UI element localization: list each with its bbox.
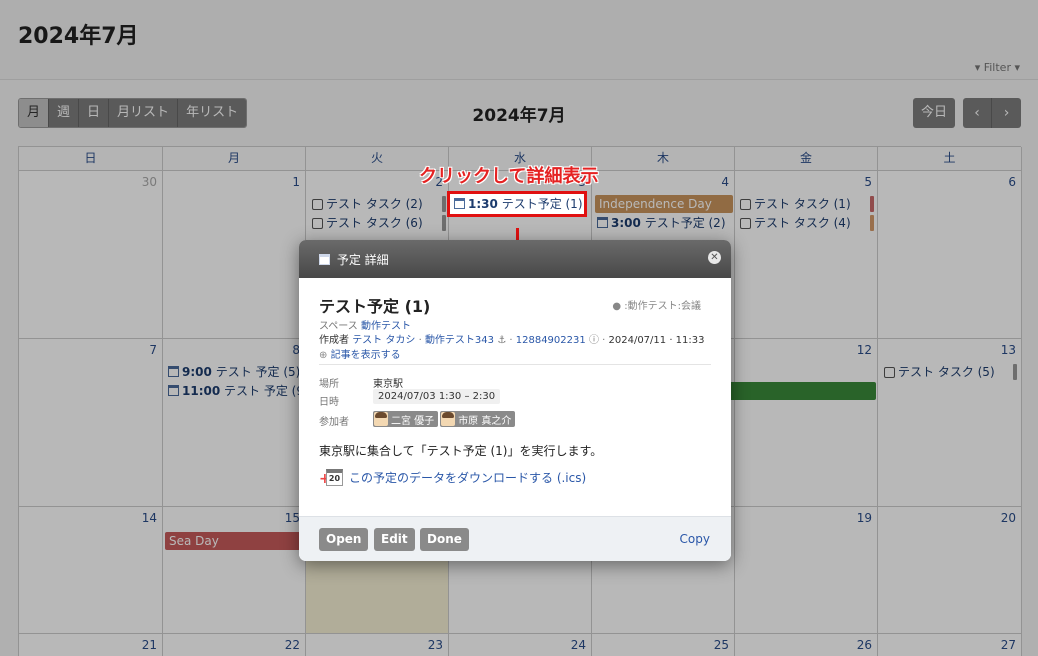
modal-footer: Open Edit Done Copy [299, 516, 731, 561]
location-label: 場所 [319, 379, 339, 390]
author-label: 作成者 [319, 335, 349, 346]
author-id-link[interactable]: 12884902231 [516, 335, 586, 346]
attendee-name: 市原 真之介 [458, 415, 512, 427]
show-post-link[interactable]: ⊕ 記事を表示する [319, 346, 401, 361]
event-tag[interactable]: ● :動作テスト:会議 [612, 297, 701, 312]
show-post-label: 記事を表示する [330, 350, 401, 361]
author-org-link[interactable]: 動作テスト343 [425, 335, 494, 346]
datetime-value: 2024/07/03 1:30 – 2:30 [373, 389, 501, 404]
attendee-chip[interactable]: 二宮 優子 [373, 411, 439, 427]
event-title: テスト予定 (1) [501, 197, 583, 211]
attendees-label: 参加者 [319, 417, 349, 428]
calendar-icon [454, 198, 465, 209]
add-calendar-icon: +20 [319, 469, 344, 486]
location-value: 東京駅 [373, 379, 403, 390]
author-link[interactable]: テスト タカシ [352, 335, 415, 346]
modal-header: 予定 詳細 ✕ [299, 240, 731, 278]
attendee-name: 二宮 優子 [391, 415, 435, 427]
datetime-text: 2024/07/03 1:30 – 2:30 [373, 389, 501, 404]
edit-button[interactable]: Edit [374, 528, 415, 551]
anchor-icon: ⚓ [497, 335, 507, 346]
datetime-label: 日時 [319, 397, 339, 408]
tag-text: :動作テスト:会議 [624, 301, 701, 312]
event-detail-modal: 予定 詳細 ✕ テスト予定 (1) ● :動作テスト:会議 スペース 動作テスト… [299, 240, 731, 561]
event-description: 東京駅に集合して「テスト予定 (1)」を実行します。 [319, 444, 603, 458]
copy-link[interactable]: Copy [680, 532, 710, 546]
callout-label: クリックして詳細表示 [419, 166, 599, 187]
avatar [441, 412, 456, 426]
event-time: 1:30 [468, 197, 498, 211]
separator: · [602, 335, 606, 346]
modal-header-title: 予定 詳細 [336, 253, 389, 267]
calendar-day-icon: 20 [326, 469, 343, 486]
plus-circle-icon: ⊕ [319, 350, 328, 361]
event-space: スペース 動作テスト [319, 317, 411, 332]
event-author: 作成者 テスト タカシ · 動作テスト343 ⚓ · 12884902231 ⓘ… [319, 331, 705, 346]
attendee-chip[interactable]: 市原 真之介 [440, 411, 516, 427]
close-icon[interactable]: ✕ [708, 251, 721, 264]
separator: · [509, 335, 513, 346]
open-button[interactable]: Open [319, 528, 369, 551]
download-ics-link[interactable]: +20 この予定のデータをダウンロードする (.ics) [319, 469, 586, 486]
attendees-list: 二宮 優子 市原 真之介 [373, 411, 517, 429]
info-icon: ⓘ [588, 335, 599, 346]
download-label: この予定のデータをダウンロードする (.ics) [349, 471, 587, 485]
highlighted-event[interactable]: 1:30 テスト予定 (1) [447, 191, 587, 217]
event-title: テスト予定 (1) [319, 297, 431, 316]
separator: · [418, 335, 422, 346]
tag-icon: ● [612, 301, 622, 312]
divider [319, 364, 711, 365]
calendar-icon [319, 254, 330, 265]
done-button[interactable]: Done [420, 528, 469, 551]
author-date: 2024/07/11 · 11:33 [608, 335, 705, 346]
avatar [374, 412, 388, 426]
